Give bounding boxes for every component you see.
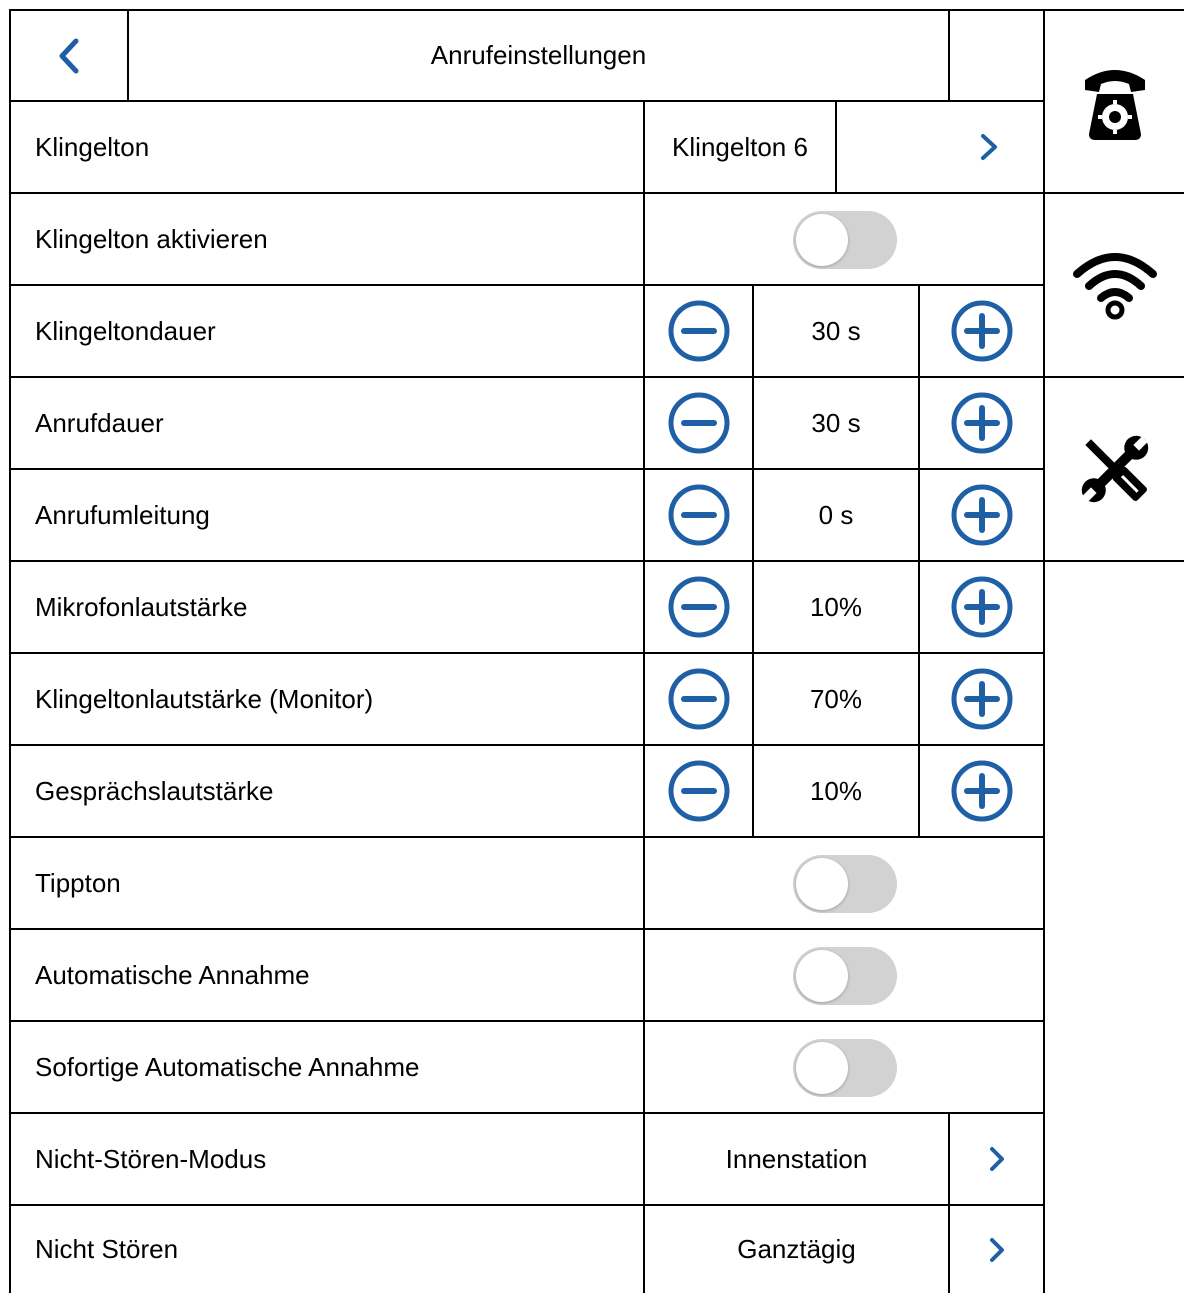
row-label-automatische-annahme: Automatische Annahme [35,959,310,990]
dnd-mode-select-button[interactable] [950,1114,1043,1204]
key-tone-toggle[interactable] [793,855,897,913]
wifi-icon [1072,253,1157,320]
chevron-right-icon [989,1147,1004,1171]
minus-circle-icon [668,760,729,822]
ringtone-value: Klingelton 6 [672,131,808,162]
call-duration-plus-button[interactable] [920,378,1043,468]
call-forward-value: 0 s [818,499,854,530]
plus-circle-icon [951,484,1012,546]
ring-duration-value: 30 s [811,315,861,346]
instant-auto-answer-toggle[interactable] [793,1039,897,1097]
talk-volume-value: 10% [809,775,863,806]
row-label-nicht-stoeren-modus: Nicht-Stören-Modus [35,1143,267,1174]
auto-answer-toggle[interactable] [793,947,897,1005]
dnd-schedule-value: Ganztägig [737,1234,856,1264]
row-label-klingelton-aktivieren: Klingelton aktivieren [35,223,268,254]
call-duration-minus-button[interactable] [645,378,752,468]
talk-volume-plus-button[interactable] [920,746,1043,836]
mic-volume-minus-button[interactable] [645,562,752,652]
mic-volume-value: 10% [809,591,863,622]
plus-circle-icon [951,668,1012,730]
plus-circle-icon [951,300,1012,362]
row-label-klingeltondauer: Klingeltondauer [35,315,216,346]
toggle-knob [796,1042,848,1094]
toggle-knob [796,214,848,266]
ringtone-enable-toggle[interactable] [793,211,897,269]
row-label-anrufumleitung: Anrufumleitung [35,499,210,530]
talk-volume-minus-button[interactable] [645,746,752,836]
minus-circle-icon [668,484,729,546]
tools-icon [1080,435,1148,503]
phone-settings-icon [1084,69,1145,140]
ring-volume-minus-button[interactable] [645,654,752,744]
minus-circle-icon [668,668,729,730]
row-label-klingeltonlautstaerke: Klingeltonlautstärke (Monitor) [35,683,374,714]
ring-duration-minus-button[interactable] [645,286,752,376]
plus-circle-icon [951,392,1012,454]
minus-circle-icon [668,392,729,454]
ring-volume-plus-button[interactable] [920,654,1043,744]
chevron-right-icon [981,134,997,160]
row-label-gespraechslautstaerke: Gesprächslautstärke [35,775,274,806]
chevron-left-icon [59,38,79,73]
minus-circle-icon [668,300,729,362]
dnd-mode-value: Innenstation [725,1143,868,1174]
ringtone-select-button[interactable] [837,102,1043,192]
call-forward-minus-button[interactable] [645,470,752,560]
plus-circle-icon [951,576,1012,638]
chevron-right-icon [989,1237,1004,1262]
toggle-knob [796,950,848,1002]
mic-volume-plus-button[interactable] [920,562,1043,652]
call-forward-plus-button[interactable] [920,470,1043,560]
ring-duration-plus-button[interactable] [920,286,1043,376]
dnd-schedule-select-button[interactable] [950,1206,1043,1293]
back-button[interactable] [11,11,127,100]
ring-volume-value: 70% [809,683,863,714]
row-label-sofortige-annahme: Sofortige Automatische Annahme [35,1051,420,1082]
toggle-knob [796,858,848,910]
plus-circle-icon [951,760,1012,822]
side-tab-call-settings[interactable] [1045,11,1184,192]
row-label-klingelton: Klingelton [35,131,150,162]
side-tab-tools[interactable] [1045,378,1184,560]
call-duration-value: 30 s [811,407,861,438]
row-label-mikrofonlautstaerke: Mikrofonlautstärke [35,591,248,622]
row-label-anrufdauer: Anrufdauer [35,407,164,438]
row-label-nicht-stoeren: Nicht Stören [35,1234,179,1264]
side-tab-network[interactable] [1045,194,1184,376]
minus-circle-icon [668,576,729,638]
page-title: Anrufeinstellungen [430,40,647,70]
row-label-tippton: Tippton [35,867,121,898]
